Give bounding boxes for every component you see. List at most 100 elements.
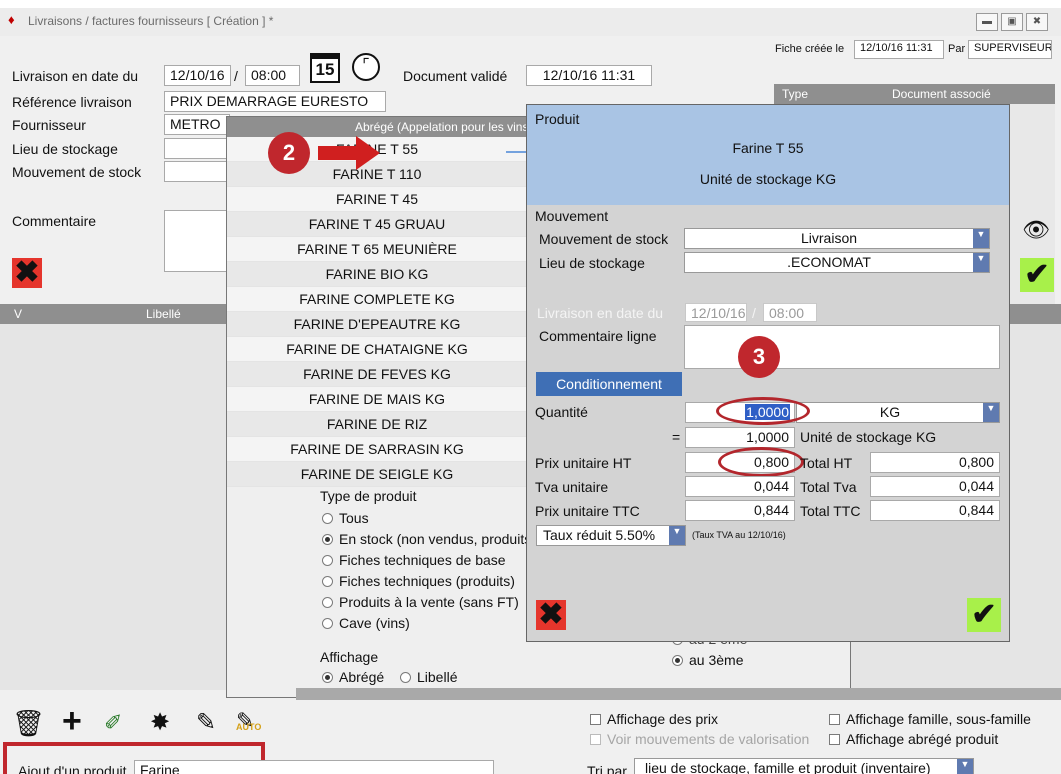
product-list-item[interactable]: FARINE BIO KG [227,262,527,287]
ajout-produit-input[interactable]: Farine [134,760,494,774]
taux-dropdown[interactable]: Taux réduit 5.50% ▼ [536,525,686,546]
type-produit-radio[interactable] [322,576,333,587]
app-icon: ♦ [8,12,15,27]
conditionnement-button[interactable]: Conditionnement [536,372,682,396]
fiche-creee-value: 12/10/16 11:31 [854,40,944,59]
affichage-abrege-checkbox[interactable] [829,734,840,745]
product-list-item[interactable]: FARINE DE RIZ [227,412,527,437]
magic-wand-icon[interactable]: ✸ [150,708,170,737]
dialog-livraison-label: Livraison en date du [537,305,664,321]
product-list: FARINE T 55 FARINE T 110 FARINE T 45 FARINE… [227,137,527,487]
lieu-stockage-field[interactable] [164,138,230,159]
mouvement-field[interactable] [164,161,230,182]
doc-associe-column-header[interactable]: Document associé [892,87,991,101]
fournisseur-field[interactable]: METRO [164,114,230,135]
chevron-down-icon[interactable]: ▼ [983,403,999,422]
maximize-icon[interactable]: ▣ [1001,13,1023,31]
prix-highlight-oval [718,447,804,477]
type-produit-radio[interactable] [322,513,333,524]
tri-dropdown[interactable]: lieu de stockage, famille et produit (in… [634,758,974,774]
affichage-abrege-option[interactable]: Abrégé [322,669,384,685]
chevron-down-icon[interactable]: ▼ [957,759,973,774]
doc-valide-value: 12/10/16 11:31 [526,65,652,86]
doc-table-header: Type Document associé [774,84,1055,104]
reference-field[interactable]: PRIX DEMARRAGE EURESTO [164,91,386,112]
type-produit-option[interactable]: Fiches techniques de base [322,552,506,568]
radio-abrege[interactable] [322,672,333,683]
product-list-item[interactable]: FARINE DE FEVES KG [227,362,527,387]
dialog-date-separator: / [752,305,756,321]
type-column-header[interactable]: Type [782,87,808,101]
type-produit-radio[interactable] [322,618,333,629]
abrege-column-header[interactable]: Abrégé (Appelation pour les vins) [355,120,527,134]
validate-check-icon[interactable]: ✔ [1020,258,1054,292]
quantite-unit-dropdown[interactable]: KG ▼ [796,402,1000,423]
chevron-down-icon[interactable]: ▼ [973,253,989,272]
commentaire-field[interactable] [164,210,230,272]
lieu-dropdown[interactable]: .ECONOMAT ▼ [684,252,990,273]
tri-value: lieu de stockage, famille et produit (in… [645,760,931,774]
type-produit-label: Type de produit [320,488,417,504]
total-ht-value: 0,800 [870,452,1000,473]
callout-step-2: 2 [268,132,310,174]
type-produit-option[interactable]: En stock (non vendus, produits) [322,531,527,547]
product-list-item[interactable]: FARINE T 45 GRUAU [227,212,527,237]
chevron-down-icon[interactable]: ▼ [669,526,685,545]
auto-label: AUTO [236,722,262,732]
affichage-libelle-option[interactable]: Libellé [400,669,457,685]
type-produit-option-label: Tous [339,510,369,526]
dialog-mouvement-label: Mouvement de stock [539,231,669,247]
dialog-cancel-x-icon[interactable]: ✖ [536,600,566,630]
quantite-unit-value: KG [879,404,901,420]
type-produit-option[interactable]: Tous [322,510,369,526]
pencil-green-icon[interactable]: ✐ [104,710,122,736]
type-produit-radio[interactable] [322,534,333,545]
calendar-icon[interactable]: 15 [310,53,340,83]
type-produit-radio[interactable] [322,555,333,566]
eye-icon[interactable]: 👁 [1022,217,1050,243]
clock-icon[interactable]: ⌜ [352,53,380,81]
commentaire-ligne-field[interactable] [684,325,1000,369]
affichage-prix-checkbox[interactable] [590,714,601,725]
v-column-header[interactable]: V [14,307,22,321]
affichage-prix-option[interactable]: Affichage des prix [590,711,718,727]
cancel-x-icon[interactable]: ✖ [12,258,42,288]
product-list-item[interactable]: FARINE DE SEIGLE KG [227,462,527,487]
affichage-famille-checkbox[interactable] [829,714,840,725]
product-list-item[interactable]: FARINE T 65 MEUNIÈRE [227,237,527,262]
position-3-option[interactable]: au 3ème [672,652,743,668]
total-tva-value: 0,044 [870,476,1000,497]
unite-stockage: Unité de stockage KG [699,171,837,187]
type-produit-option[interactable]: Cave (vins) [322,615,410,631]
product-list-item[interactable]: FARINE DE MAIS KG [227,387,527,412]
affichage-abrege-option-bottom[interactable]: Affichage abrégé produit [829,731,998,747]
product-list-item[interactable]: FARINE DE SARRASIN KG [227,437,527,462]
product-list-item[interactable]: FARINE D'EPEAUTRE KG [227,312,527,337]
horizontal-scrollbar[interactable] [296,688,1061,700]
product-list-item[interactable]: FARINE DE CHATAIGNE KG [227,337,527,362]
doc-valide-label: Document validé [403,68,508,84]
product-list-item[interactable]: FARINE T 45 [227,187,527,212]
type-produit-radio[interactable] [322,597,333,608]
radio-3eme[interactable] [672,655,683,666]
affichage-famille-option[interactable]: Affichage famille, sous-famille [829,711,1031,727]
livraison-time-field[interactable]: 08:00 [245,65,300,86]
libelle-column-header[interactable]: Libellé [146,307,181,321]
pencil-icon[interactable]: ✎ [196,708,216,737]
type-produit-option[interactable]: Fiches techniques (produits) [322,573,515,589]
close-window-icon[interactable]: ✖ [1026,13,1048,31]
chevron-down-icon[interactable]: ▼ [973,229,989,248]
total-ttc-label: Total TTC [800,503,861,519]
radio-libelle[interactable] [400,672,411,683]
add-icon[interactable]: + [62,702,82,741]
trash-icon[interactable]: 🗑 [12,708,45,739]
dialog-validate-check-icon[interactable]: ✔ [967,598,1001,632]
mouvement-dropdown[interactable]: Livraison ▼ [684,228,990,249]
total-ttc-value: 0,844 [870,500,1000,521]
minimize-icon[interactable]: ▬ [976,13,998,31]
type-produit-option[interactable]: Produits à la vente (sans FT) [322,594,519,610]
product-list-item[interactable]: FARINE COMPLETE KG [227,287,527,312]
tva-label: Tva unitaire [535,479,609,495]
livraison-date-field[interactable]: 12/10/16 [164,65,231,86]
quantite-stock-value: 1,0000 [685,427,795,448]
